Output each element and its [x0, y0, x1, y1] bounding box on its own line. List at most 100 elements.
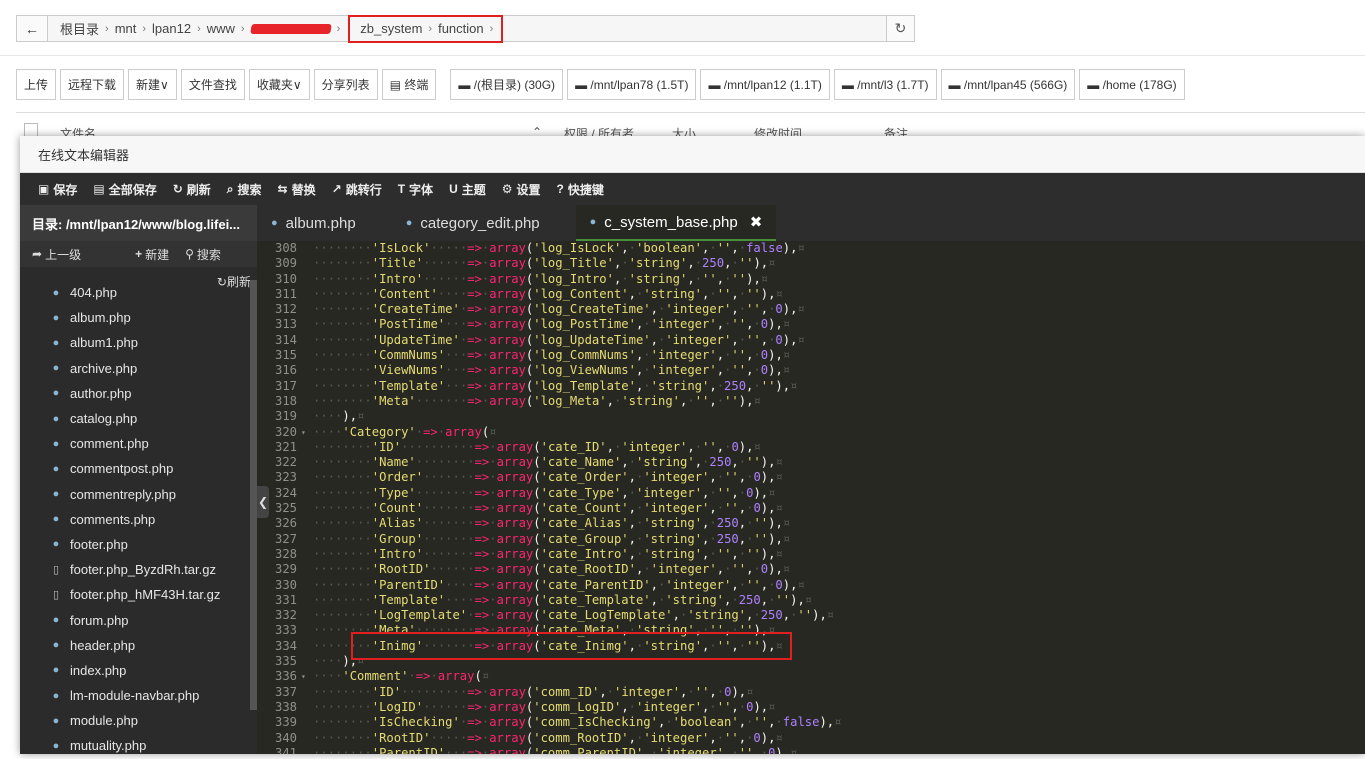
file-item[interactable]: ● 404.php — [20, 280, 250, 305]
fold-toggle-icon[interactable] — [301, 578, 309, 593]
code-line[interactable]: 309 ········'Title'······=>·array('log_Ti… — [257, 256, 1365, 271]
code-line[interactable]: 312 ········'CreateTime'·=>·array('log_Cr… — [257, 302, 1365, 317]
fold-toggle-icon[interactable]: ▾ — [301, 669, 309, 684]
code-line[interactable]: 313 ········'PostTime'···=>·array('log_Po… — [257, 317, 1365, 332]
disk-lpan45-button[interactable]: ▬ /mnt/lpan45 (566G) — [940, 69, 1076, 100]
help-button[interactable]: ? 快捷键 — [549, 173, 612, 205]
file-item[interactable]: ● module.php — [20, 708, 250, 733]
fold-toggle-icon[interactable] — [301, 608, 309, 623]
code-line[interactable]: 331 ········'Template'····=>·array('cate_… — [257, 593, 1365, 608]
disk-lpan78-button[interactable]: ▬ /mnt/lpan78 (1.5T) — [567, 69, 697, 100]
share-list-button[interactable]: 分享列表 — [313, 69, 378, 100]
file-item[interactable]: ● lm-module-navbar.php — [20, 683, 250, 708]
code-line[interactable]: 308 ········'IsLock'·····=>·array('log_Is… — [257, 241, 1365, 256]
go-up-button[interactable]: ➦ 上一级 — [32, 246, 81, 263]
save-all-button[interactable]: ▤ 全部保存 — [85, 173, 164, 205]
fold-toggle-icon[interactable] — [301, 700, 309, 715]
breadcrumb-item-mnt[interactable]: mnt — [111, 21, 141, 36]
fold-toggle-icon[interactable] — [301, 256, 309, 271]
file-item[interactable]: ● catalog.php — [20, 406, 250, 431]
save-button[interactable]: ▣ 保存 — [30, 173, 85, 205]
fold-toggle-icon[interactable] — [301, 715, 309, 730]
breadcrumb-item-function[interactable]: function — [434, 21, 488, 36]
file-item[interactable]: ● index.php — [20, 658, 250, 683]
code-line[interactable]: 327 ········'Group'·······=>·array('cate_… — [257, 532, 1365, 547]
fold-toggle-icon[interactable] — [301, 440, 309, 455]
fold-toggle-icon[interactable] — [301, 547, 309, 562]
select-all-checkbox[interactable] — [24, 123, 38, 137]
file-item[interactable]: ▯ footer.php_hMF43H.tar.gz — [20, 582, 250, 607]
file-item[interactable]: ● commentpost.php — [20, 456, 250, 481]
breadcrumb-item-www[interactable]: www — [203, 21, 239, 36]
goto-line-button[interactable]: ↗ 跳转行 — [324, 173, 390, 205]
fold-toggle-icon[interactable] — [301, 654, 309, 669]
disk-lpan12-button[interactable]: ▬ /mnt/lpan12 (1.1T) — [700, 69, 830, 100]
code-line[interactable]: 314 ········'UpdateTime'·=>·array('log_Up… — [257, 333, 1365, 348]
code-line[interactable]: 324 ········'Type'········=>·array('cate_… — [257, 486, 1365, 501]
fold-toggle-icon[interactable] — [301, 731, 309, 746]
font-button[interactable]: T 字体 — [390, 173, 441, 205]
fold-toggle-icon[interactable] — [301, 379, 309, 394]
code-line[interactable]: 329 ········'RootID'······=>·array('cate_… — [257, 562, 1365, 577]
file-item[interactable]: ● forum.php — [20, 607, 250, 632]
file-item[interactable]: ● author.php — [20, 381, 250, 406]
fold-toggle-icon[interactable] — [301, 409, 309, 424]
fold-toggle-icon[interactable] — [301, 241, 309, 256]
terminal-button[interactable]: ▤ 终端 — [381, 69, 437, 100]
code-line[interactable]: 341 ········'ParentID'···=>·array('comm_P… — [257, 746, 1365, 754]
tree-search-button[interactable]: ⚲ 搜索 — [185, 246, 221, 263]
file-search-button[interactable]: 文件查找 — [180, 69, 245, 100]
breadcrumb-item-lpan12[interactable]: lpan12 — [148, 21, 195, 36]
fold-toggle-icon[interactable] — [301, 455, 309, 470]
fold-toggle-icon[interactable] — [301, 685, 309, 700]
code-area[interactable]: 308 ········'IsLock'·····=>·array('log_Is… — [257, 241, 1365, 754]
gear-button[interactable]: ⚙ 设置 — [494, 173, 549, 205]
code-line[interactable]: 326 ········'Alias'·······=>·array('cate_… — [257, 516, 1365, 531]
file-item[interactable]: ● album.php — [20, 305, 250, 330]
code-line[interactable]: 322 ········'Name'········=>·array('cate_… — [257, 455, 1365, 470]
fold-toggle-icon[interactable] — [301, 302, 309, 317]
remote-download-button[interactable]: 远程下载 — [60, 69, 125, 100]
fold-toggle-icon[interactable] — [301, 394, 309, 409]
code-line[interactable]: 328 ········'Intro'·······=>·array('cate_… — [257, 547, 1365, 562]
close-tab-icon[interactable]: ✖ — [750, 213, 763, 231]
fold-toggle-icon[interactable] — [301, 363, 309, 378]
fold-toggle-icon[interactable] — [301, 532, 309, 547]
fold-toggle-icon[interactable]: ▾ — [301, 425, 309, 440]
code-line[interactable]: 320 ▾ ····'Category'·=>·array(¤ — [257, 425, 1365, 440]
fold-toggle-icon[interactable] — [301, 623, 309, 638]
code-line[interactable]: 310 ········'Intro'······=>·array('log_In… — [257, 272, 1365, 287]
disk-root-button[interactable]: ▬ /(根目录) (30G) — [450, 69, 564, 100]
tree-new-button[interactable]: + 新建 — [135, 246, 169, 263]
fold-toggle-icon[interactable] — [301, 348, 309, 363]
code-line[interactable]: 323 ········'Order'·······=>·array('cate_… — [257, 470, 1365, 485]
code-line[interactable]: 318 ········'Meta'·······=>·array('log_Me… — [257, 394, 1365, 409]
file-item[interactable]: ● header.php — [20, 633, 250, 658]
code-line[interactable]: 337 ········'ID'·········=>·array('comm_I… — [257, 685, 1365, 700]
code-line[interactable]: 339 ········'IsChecking'·=>·array('comm_I… — [257, 715, 1365, 730]
editor-tab[interactable]: ● c_system_base.php ✖ — [575, 205, 777, 241]
back-button[interactable]: ← — [16, 15, 48, 42]
fold-toggle-icon[interactable] — [301, 470, 309, 485]
theme-button[interactable]: U 主题 — [441, 173, 494, 205]
replace-button[interactable]: ⇆ 替换 — [270, 173, 324, 205]
refresh-path-button[interactable]: ↻ — [886, 15, 915, 42]
code-line[interactable]: 340 ········'RootID'·····=>·array('comm_R… — [257, 731, 1365, 746]
code-line[interactable]: 317 ········'Template'···=>·array('log_Te… — [257, 379, 1365, 394]
breadcrumb-item-zb-system[interactable]: zb_system — [356, 21, 426, 36]
code-line[interactable]: 316 ········'ViewNums'···=>·array('log_Vi… — [257, 363, 1365, 378]
file-item[interactable]: ● album1.php — [20, 330, 250, 355]
code-line[interactable]: 332 ········'LogTemplate'·=>·array('cate_… — [257, 608, 1365, 623]
upload-button[interactable]: 上传 — [16, 69, 57, 100]
code-line[interactable]: 336 ▾ ····'Comment'·=>·array(¤ — [257, 669, 1365, 684]
refresh-button[interactable]: ↻ 刷新 — [165, 173, 219, 205]
code-line[interactable]: 338 ········'LogID'······=>·array('comm_L… — [257, 700, 1365, 715]
editor-tab[interactable]: ● category_edit.php — [392, 205, 576, 241]
file-item[interactable]: ● footer.php — [20, 532, 250, 557]
fold-toggle-icon[interactable] — [301, 562, 309, 577]
search-button[interactable]: ⌕ 搜索 — [219, 173, 270, 205]
disk-l3-button[interactable]: ▬ /mnt/l3 (1.7T) — [833, 69, 937, 100]
file-item[interactable]: ● mutuality.php — [20, 733, 250, 758]
disk-home-button[interactable]: ▬ /home (178G) — [1079, 69, 1185, 100]
code-line[interactable]: 330 ········'ParentID'····=>·array('cate_… — [257, 578, 1365, 593]
